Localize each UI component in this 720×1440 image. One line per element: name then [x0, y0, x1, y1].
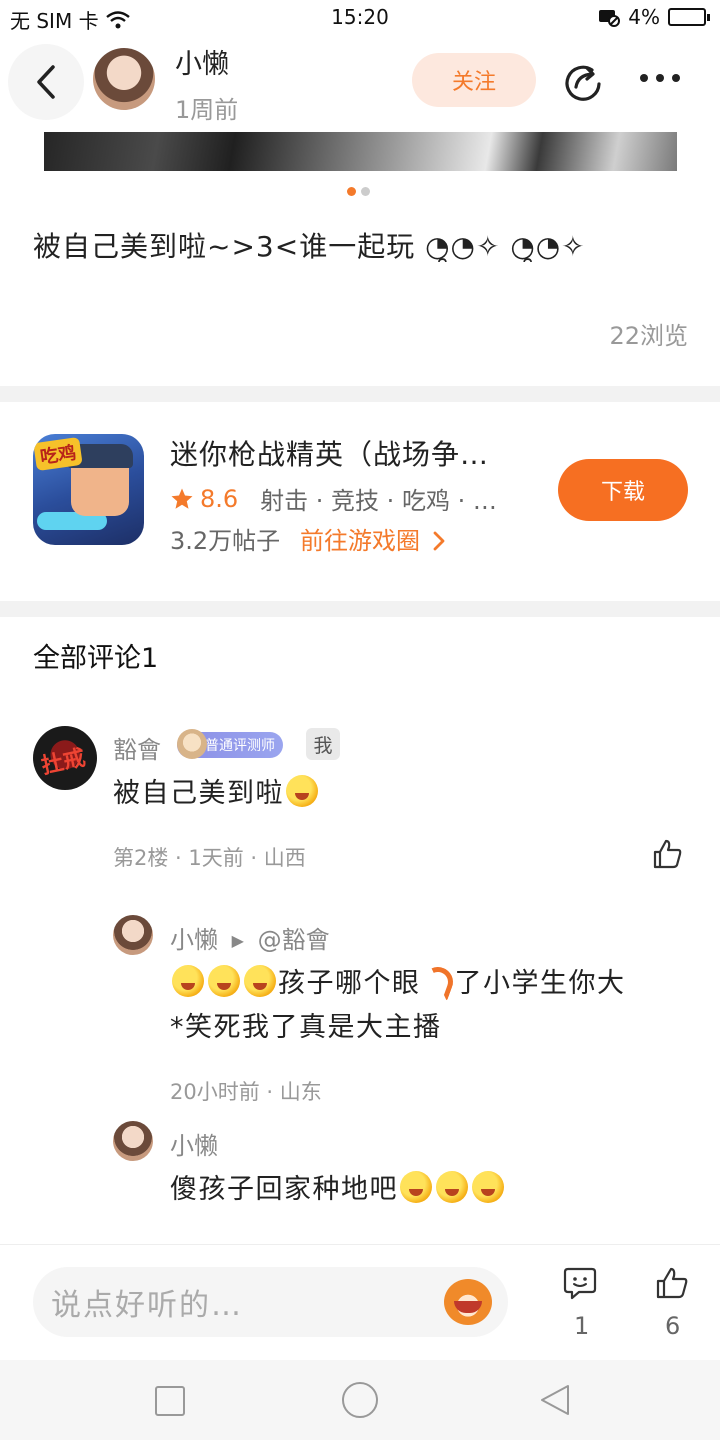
reply-meta: 20小时前 · 山东 — [170, 1080, 322, 1104]
reply-author-name[interactable]: 小懒 — [170, 926, 218, 954]
more-icon[interactable] — [640, 74, 680, 82]
like-icon[interactable] — [651, 838, 683, 870]
nav-recent-icon[interactable] — [155, 1386, 185, 1416]
reply-avatar[interactable] — [113, 1121, 153, 1161]
commenter-avatar[interactable]: 扗戒 — [33, 726, 97, 790]
post-image[interactable] — [44, 132, 677, 171]
comment-input[interactable]: 说点好听的… — [33, 1267, 508, 1337]
view-count: 22浏览 — [609, 322, 688, 350]
reply-arrow: ▶ — [231, 931, 244, 950]
back-button[interactable] — [8, 44, 84, 120]
game-title[interactable]: 迷你枪战精英（战场争… — [170, 433, 489, 473]
rofl-emoji-icon — [400, 1171, 432, 1203]
me-badge: 我 — [306, 728, 340, 760]
section-divider — [0, 601, 720, 617]
rofl-emoji-icon — [436, 1171, 468, 1203]
follow-button[interactable]: 关注 — [412, 53, 536, 107]
shrimp-emoji-icon — [418, 962, 457, 1002]
reply-avatar[interactable] — [113, 915, 153, 955]
chevron-right-icon — [433, 531, 445, 551]
like-icon[interactable] — [655, 1266, 689, 1300]
nav-home-icon[interactable] — [342, 1382, 378, 1418]
reply-text[interactable]: 傻孩子回家种地吧 — [170, 1168, 506, 1212]
rofl-emoji-icon — [472, 1171, 504, 1203]
comment-icon[interactable] — [563, 1266, 597, 1300]
reply-author-name[interactable]: 小懒 — [170, 1126, 218, 1161]
post-text: 被自己美到啦~>3<谁一起玩 ◔̯◔✧ ◔̯◔✧ — [33, 230, 586, 263]
comment-text[interactable]: 被自己美到啦 — [113, 772, 320, 816]
status-bar: 无 SIM 卡 15:20 4% — [0, 0, 720, 36]
game-circle-link[interactable]: 前往游戏圈 — [300, 521, 446, 556]
download-button[interactable]: 下载 — [558, 459, 688, 521]
game-rating-row: 8.6 射击 · 竞技 · 吃鸡 · … — [170, 481, 497, 516]
rofl-emoji-icon — [172, 965, 204, 997]
back-icon — [37, 65, 55, 99]
comment-count: 1 — [574, 1312, 590, 1340]
share-icon[interactable] — [562, 60, 604, 102]
reply-header: 小懒 ▶ @豁會 — [170, 920, 330, 955]
game-icon[interactable]: 吃鸡 — [33, 434, 144, 545]
carousel-indicator — [347, 187, 370, 196]
game-tags: 射击 · 竞技 · 吃鸡 · … — [260, 487, 497, 515]
battery-icon — [668, 8, 710, 26]
nav-back-icon[interactable] — [538, 1383, 572, 1417]
notification-muted-icon — [599, 10, 621, 27]
reply-text[interactable]: 孩子哪个眼 了小学生你大 *笑死我了真是大主播 — [170, 962, 690, 1050]
author-name[interactable]: 小懒 — [175, 42, 229, 81]
monkey-emoji-icon[interactable] — [444, 1279, 492, 1325]
comment-meta: 第2楼 · 1天前 · 山西 — [113, 846, 306, 870]
reply-target-name[interactable]: @豁會 — [258, 926, 330, 954]
like-count: 6 — [665, 1312, 681, 1340]
game-post-count: 3.2万帖子 — [170, 527, 281, 555]
post-time: 1周前 — [175, 96, 239, 124]
author-avatar[interactable] — [93, 48, 155, 110]
carousel-dot-active — [347, 187, 356, 196]
rofl-emoji-icon — [208, 965, 240, 997]
commenter-name[interactable]: 豁會 — [113, 730, 161, 765]
game-circle-link-label: 前往游戏圈 — [300, 527, 420, 555]
star-icon — [171, 488, 193, 509]
section-divider — [0, 386, 720, 402]
rank-badge: 普通评测师 — [177, 729, 283, 759]
laugh-cry-emoji-icon — [286, 775, 318, 807]
rofl-emoji-icon — [244, 965, 276, 997]
battery-percent: 4% — [628, 5, 660, 29]
game-score: 8.6 — [200, 484, 239, 513]
comments-title: 全部评论1 — [33, 643, 159, 674]
carousel-dot — [361, 187, 370, 196]
